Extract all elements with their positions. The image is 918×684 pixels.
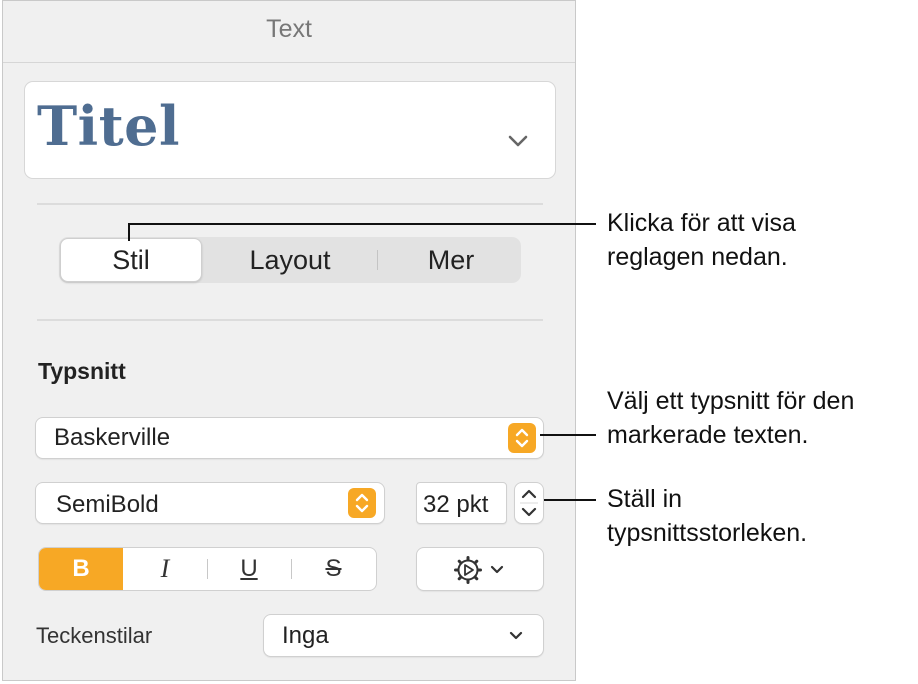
callout-font-line2: markerade texten.: [607, 421, 809, 449]
font-size-field[interactable]: 32 pkt: [416, 482, 507, 524]
format-sidebar: Text Titel Stil Layout Mer Typsnitt Bask…: [2, 0, 576, 681]
callout-tabs-line2: reglagen nedan.: [607, 243, 788, 271]
text-format-buttons: B I U S: [38, 547, 377, 591]
font-heading: Typsnitt: [38, 358, 126, 384]
callout-tabs: Klicka för att visa reglagen nedan.: [607, 206, 796, 274]
divider: [37, 203, 543, 205]
font-typeface-value: SemiBold: [56, 491, 159, 518]
paragraph-style-name: Titel: [37, 94, 181, 158]
char-styles-popup[interactable]: Inga: [263, 614, 544, 657]
popup-arrows-icon: [348, 488, 376, 518]
callout-line: [544, 499, 596, 501]
paragraph-style-popup[interactable]: Titel: [24, 81, 556, 179]
font-size-stepper[interactable]: [514, 482, 544, 524]
underline-button[interactable]: U: [207, 548, 291, 590]
stepper-arrows-icon: [520, 489, 538, 517]
callout-size: Ställ in typsnittsstorleken.: [607, 482, 807, 550]
chevron-down-icon: [509, 631, 523, 640]
chevron-down-icon: [490, 565, 504, 574]
chevron-down-icon: [508, 135, 528, 147]
bold-button[interactable]: B: [39, 548, 123, 590]
callout-tabs-line1: Klicka för att visa: [607, 209, 796, 237]
callout-line: [540, 434, 596, 436]
panel-title: Text: [266, 15, 312, 43]
tab-style[interactable]: Stil: [60, 238, 202, 282]
char-styles-label: Teckenstilar: [36, 623, 153, 648]
callout-size-line1: Ställ in: [607, 485, 683, 513]
strikethrough-button[interactable]: S: [291, 548, 376, 590]
title-divider: [3, 62, 575, 63]
callout-line: [128, 223, 130, 241]
font-size-value: 32 pkt: [423, 491, 489, 518]
tab-divider: [377, 250, 378, 270]
font-family-popup[interactable]: Baskerville: [35, 417, 544, 459]
tab-layout[interactable]: Layout: [209, 237, 371, 283]
gear-icon: [454, 556, 482, 584]
callout-size-line2: typsnittsstorleken.: [607, 519, 808, 547]
callout-font-line1: Välj ett typsnitt för den: [607, 387, 855, 415]
tab-more[interactable]: Mer: [383, 237, 519, 283]
popup-arrows-icon: [508, 423, 536, 453]
callout-line: [128, 223, 596, 225]
italic-button[interactable]: I: [123, 548, 207, 590]
font-typeface-popup[interactable]: SemiBold: [35, 482, 385, 524]
divider: [37, 319, 543, 321]
callout-font: Välj ett typsnitt för den markerade text…: [607, 384, 854, 452]
font-family-value: Baskerville: [54, 424, 171, 451]
advanced-options-button[interactable]: [416, 547, 544, 591]
char-styles-value: Inga: [282, 622, 329, 649]
tab-control: Stil Layout Mer: [59, 237, 521, 283]
